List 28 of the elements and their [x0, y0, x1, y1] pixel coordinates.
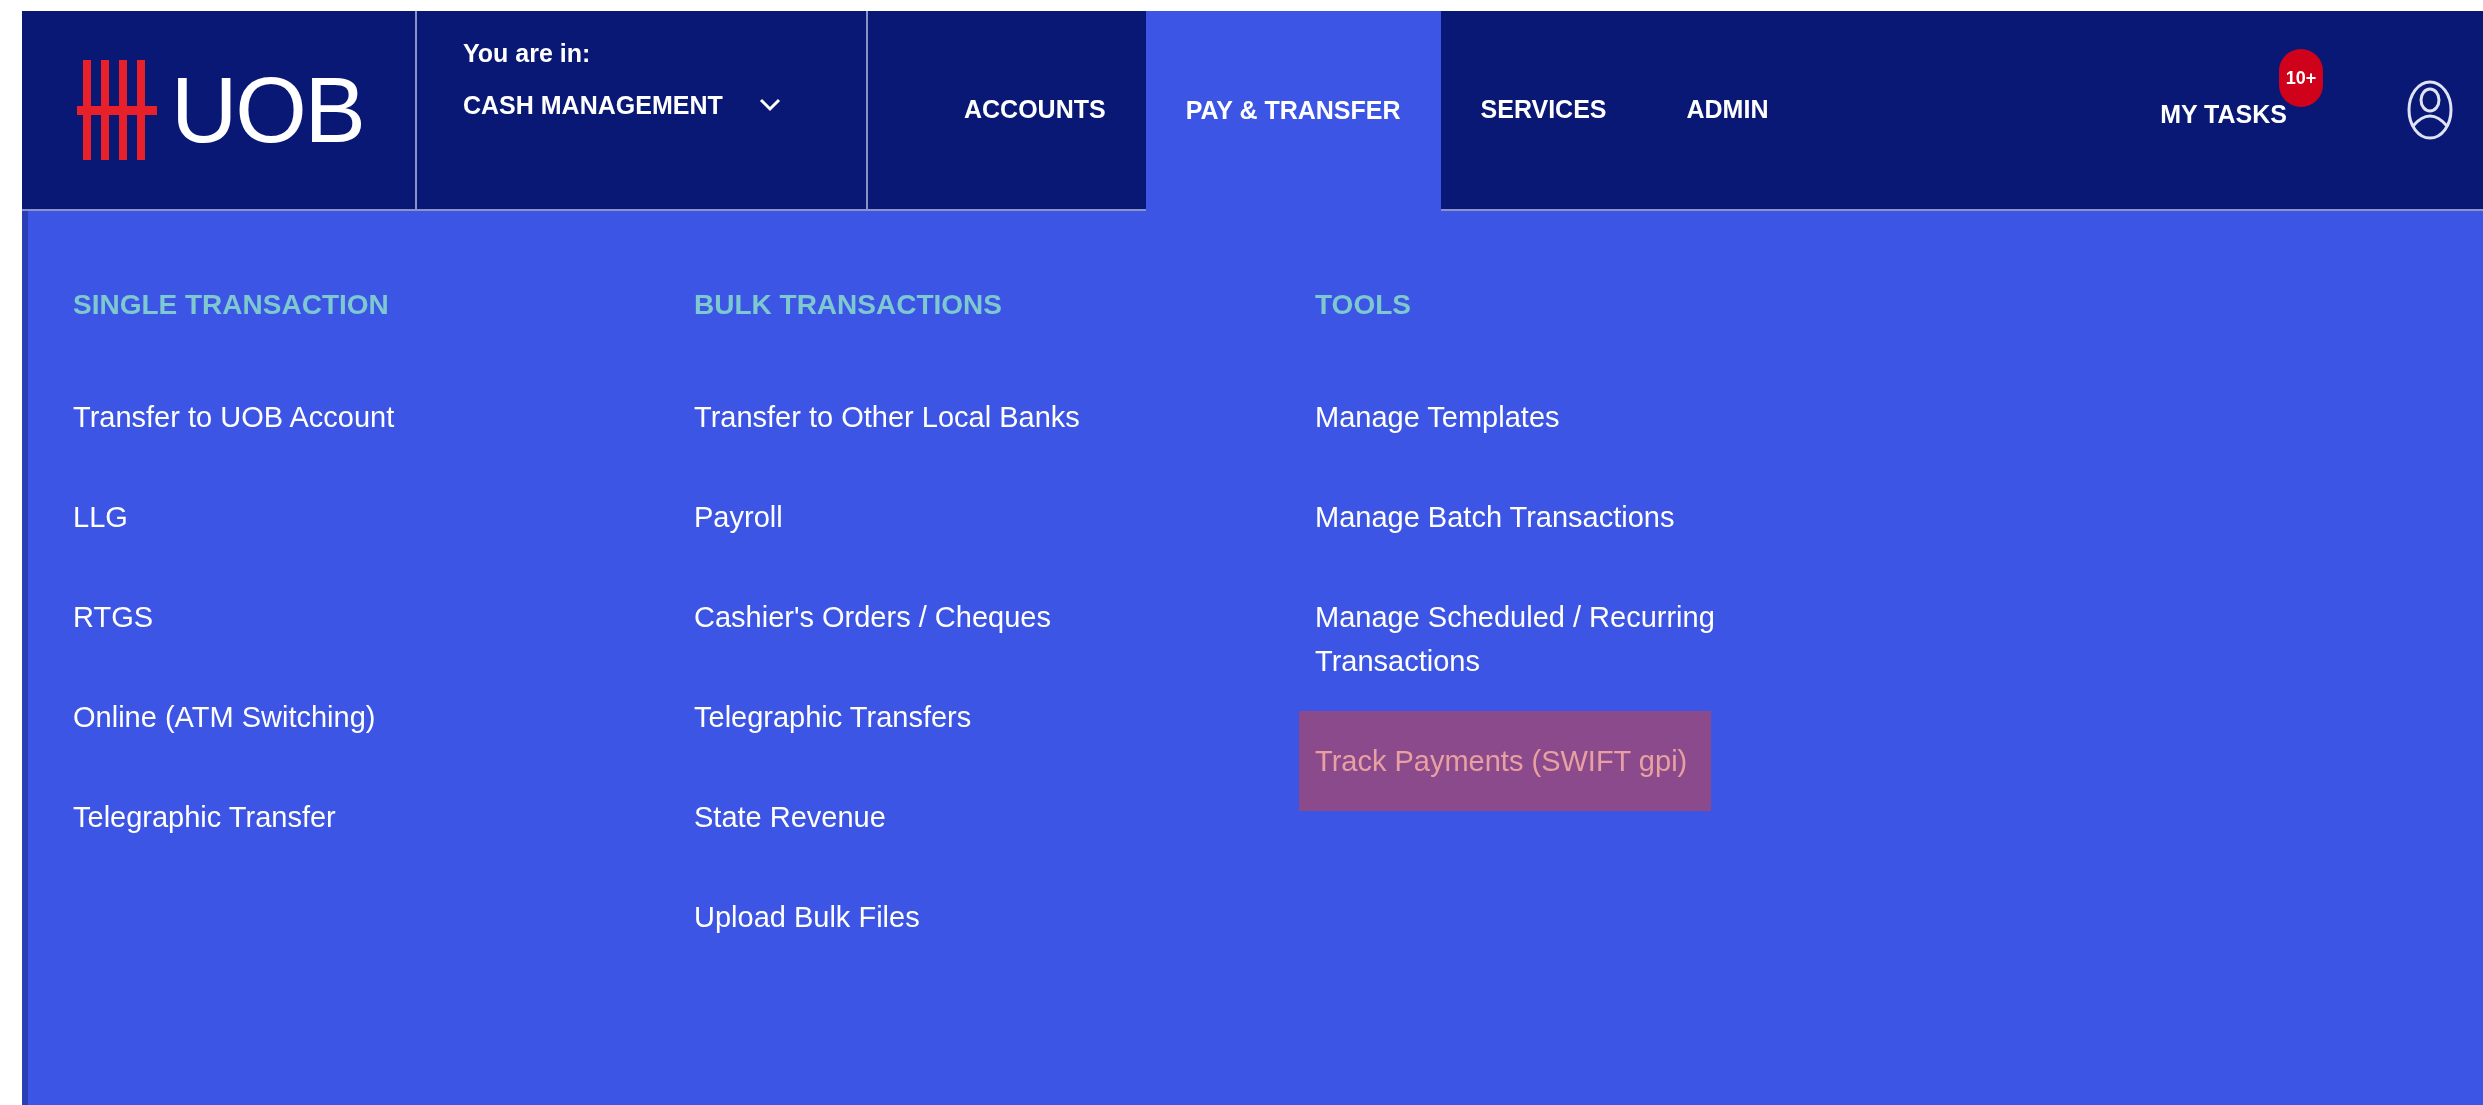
column-heading: SINGLE TRANSACTION — [73, 288, 389, 322]
nav-tab[interactable]: ACCOUNTS — [924, 11, 1146, 209]
menu-item[interactable]: Online (ATM Switching) — [57, 667, 392, 767]
logo-text: UOB — [171, 64, 364, 156]
menu-item[interactable]: Payroll — [678, 467, 799, 567]
menu-item[interactable]: Manage Batch Transactions — [1299, 467, 1691, 567]
column-heading: TOOLS — [1315, 288, 1411, 322]
context-value: CASH MANAGEMENT — [463, 89, 723, 121]
menu-item[interactable]: State Revenue — [678, 767, 902, 867]
nav-tab[interactable]: ADMIN — [1646, 11, 1809, 209]
menu-item[interactable]: Telegraphic Transfer — [57, 767, 352, 867]
context-label: You are in: — [463, 38, 592, 69]
profile-icon[interactable] — [2407, 80, 2453, 140]
menu-item[interactable]: Manage Scheduled / Recurring Transactions — [1299, 567, 1769, 711]
logo-icon — [77, 60, 157, 160]
context-switcher[interactable]: You are in: CASH MANAGEMENT — [417, 11, 868, 209]
menu-item[interactable]: Telegraphic Transfers — [678, 667, 988, 767]
menu-item[interactable]: RTGS — [57, 567, 170, 667]
menu-item[interactable]: Transfer to Other Local Banks — [678, 367, 1096, 467]
menu-item[interactable]: Transfer to UOB Account — [57, 367, 411, 467]
chevron-down-icon — [758, 98, 781, 113]
column-heading: BULK TRANSACTIONS — [694, 288, 1002, 322]
menu-item[interactable]: LLG — [57, 467, 144, 567]
menu-item[interactable]: Manage Templates — [1299, 367, 1576, 467]
nav-tab[interactable]: SERVICES — [1440, 11, 1647, 209]
nav-tab[interactable]: PAY & TRANSFER — [1145, 11, 1441, 211]
menu-item[interactable]: Cashier's Orders / Cheques — [678, 567, 1067, 667]
menu-item[interactable]: Upload Bulk Files — [678, 867, 936, 967]
